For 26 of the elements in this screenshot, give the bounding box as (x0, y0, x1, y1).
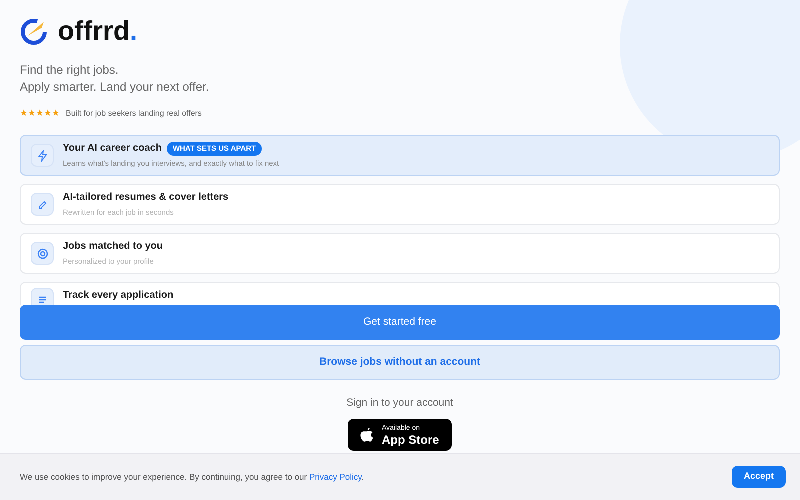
star-icon: ★ (36, 109, 44, 118)
feature-title: Your AI career coach (63, 142, 162, 156)
privacy-policy-link[interactable]: Privacy Policy (309, 472, 362, 482)
lightning-icon (36, 150, 48, 162)
sign-in-link[interactable]: Sign in to your account (346, 396, 454, 410)
feature-title: AI-tailored resumes & cover letters (63, 191, 229, 206)
get-started-button[interactable]: Get started free (20, 305, 780, 340)
rating-text: Built for job seekers landing real offers (66, 108, 202, 120)
tagline-text: Apply smarter. Land your next offer. (20, 79, 210, 96)
star-icon: ★ (44, 109, 52, 118)
tagline-text: Find the right jobs. (20, 62, 120, 79)
accept-button[interactable]: Accept (732, 466, 786, 488)
apple-icon (360, 427, 374, 443)
feature-title: Jobs matched to you (63, 240, 164, 254)
target-icon (36, 248, 48, 260)
feature-title: Track every application (63, 289, 174, 303)
logo-text: offrrd. (58, 14, 138, 48)
app-store-label: App Store (382, 434, 440, 446)
logo-icon (20, 16, 50, 46)
star-icon: ★ (52, 109, 60, 118)
feature-card[interactable]: Track every application (20, 282, 780, 305)
browse-jobs-button[interactable]: Browse jobs without an account (20, 345, 780, 380)
star-icon: ★ (28, 109, 36, 118)
cookie-text: We use cookies to improve your experience. By continuing, you agree to our Privacy Policy. (20, 470, 364, 484)
pencil-icon (36, 198, 48, 210)
star-icon: ★ (20, 109, 28, 118)
